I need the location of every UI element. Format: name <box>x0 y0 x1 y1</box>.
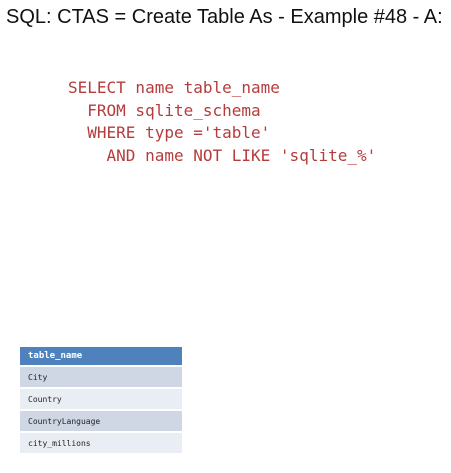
table-row: City <box>20 367 182 387</box>
table-header-row: table_name <box>20 347 182 365</box>
table-row: city_millions <box>20 433 182 453</box>
sql-line-select: SELECT name table_name <box>68 78 280 97</box>
column-header-table-name: table_name <box>20 347 182 365</box>
sql-line-where: WHERE type ='table' <box>68 123 271 142</box>
result-table: table_name City Country CountryLanguage … <box>20 345 182 455</box>
sql-line-from: FROM sqlite_schema <box>68 100 261 120</box>
page-title: SQL: CTAS = Create Table As - Example #4… <box>6 6 443 28</box>
table-cell: Country <box>20 389 182 409</box>
table-row: CountryLanguage <box>20 411 182 431</box>
table-cell: city_millions <box>20 433 182 453</box>
sql-query: SELECT name table_name FROM sqlite_schem… <box>68 77 376 167</box>
table-row: Country <box>20 389 182 409</box>
sql-line-and: AND name NOT LIKE 'sqlite_%' <box>68 145 377 165</box>
table-cell: City <box>20 367 182 387</box>
table-cell: CountryLanguage <box>20 411 182 431</box>
